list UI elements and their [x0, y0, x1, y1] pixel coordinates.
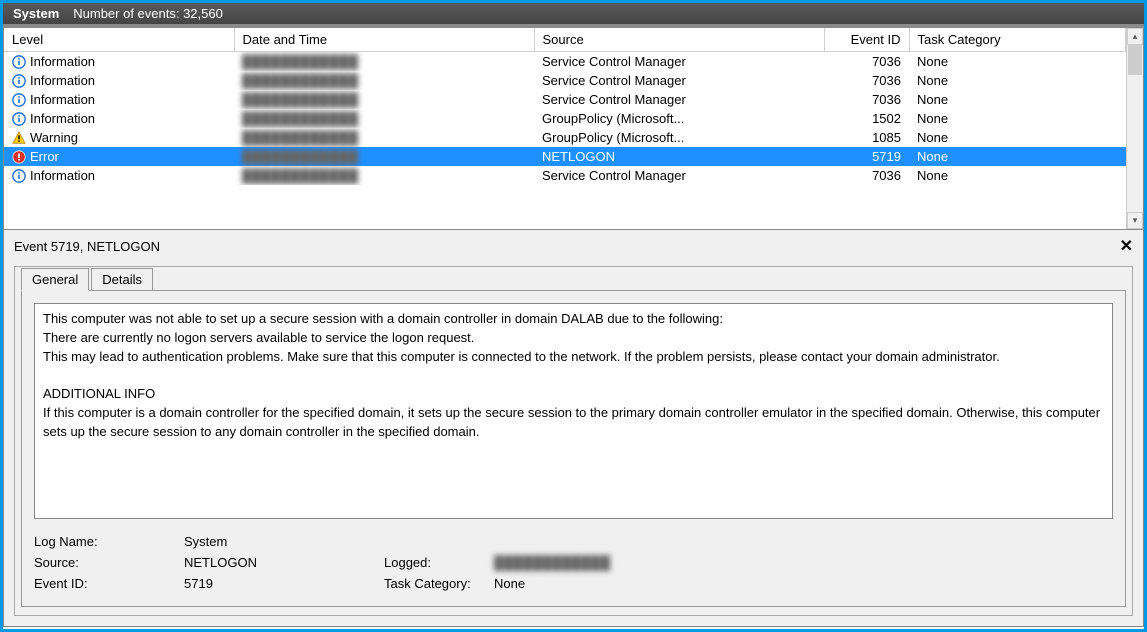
event-id-value: 7036: [824, 52, 909, 72]
datetime-value: ████████████: [242, 168, 359, 183]
source-value: Service Control Manager: [534, 52, 824, 72]
vertical-scrollbar[interactable]: ▴ ▾: [1126, 28, 1143, 229]
event-description[interactable]: This computer was not able to set up a s…: [34, 303, 1113, 519]
logged-value: ████████████: [494, 555, 611, 570]
event-id-value: 1085: [824, 128, 909, 147]
warning-icon: [12, 131, 26, 145]
col-datetime[interactable]: Date and Time: [234, 28, 534, 52]
event-id-value: 7036: [824, 90, 909, 109]
event-count: Number of events: 32,560: [73, 6, 223, 21]
detail-body: General Details This computer was not ab…: [14, 266, 1133, 616]
datetime-value: ████████████: [242, 92, 359, 107]
datetime-value: ████████████: [242, 111, 359, 126]
level-text: Information: [30, 111, 95, 126]
table-row[interactable]: Information ████████████ Service Control M…: [4, 166, 1126, 185]
datetime-value: ████████████: [242, 149, 359, 164]
source-value: Service Control Manager: [534, 90, 824, 109]
col-taskcat[interactable]: Task Category: [909, 28, 1126, 52]
datetime-value: ████████████: [242, 73, 359, 88]
error-icon: [12, 150, 26, 164]
event-grid[interactable]: Level Date and Time Source Event ID Task…: [4, 28, 1126, 229]
detail-title: Event 5719, NETLOGON: [14, 239, 160, 254]
scroll-down-button[interactable]: ▾: [1127, 212, 1143, 229]
info-icon: [12, 55, 26, 69]
task-category-value: None: [909, 147, 1126, 166]
tab-details[interactable]: Details: [91, 268, 153, 291]
task-category-value: None: [909, 71, 1126, 90]
close-icon[interactable]: ✕: [1120, 236, 1133, 256]
task-category-value: None: [909, 90, 1126, 109]
event-id-value: 7036: [824, 71, 909, 90]
log-name: System: [13, 6, 59, 21]
source-value: GroupPolicy (Microsoft...: [534, 109, 824, 128]
level-text: Information: [30, 73, 95, 88]
table-row[interactable]: Information ████████████ GroupPolicy (Micr…: [4, 109, 1126, 128]
scroll-thumb[interactable]: [1128, 45, 1142, 75]
event-id-value: 1502: [824, 109, 909, 128]
source-value: Service Control Manager: [534, 71, 824, 90]
event-id-label: Event ID:: [34, 576, 184, 591]
col-level[interactable]: Level: [4, 28, 234, 52]
event-id-value: 5719: [824, 147, 909, 166]
info-icon: [12, 169, 26, 183]
task-category-value: None: [494, 576, 525, 591]
source-value: NETLOGON: [184, 555, 384, 570]
info-icon: [12, 93, 26, 107]
info-icon: [12, 74, 26, 88]
table-row[interactable]: Information ████████████ Service Control M…: [4, 90, 1126, 109]
event-detail-panel: Event 5719, NETLOGON ✕ General Details T…: [3, 230, 1144, 627]
info-icon: [12, 112, 26, 126]
source-value: NETLOGON: [534, 147, 824, 166]
tab-general[interactable]: General: [21, 268, 89, 291]
task-category-value: None: [909, 128, 1126, 147]
source-value: GroupPolicy (Microsoft...: [534, 128, 824, 147]
event-grid-container: Level Date and Time Source Event ID Task…: [3, 27, 1144, 230]
task-category-value: None: [909, 166, 1126, 185]
log-name-label: Log Name:: [34, 534, 184, 549]
logged-label: Logged:: [384, 555, 494, 570]
event-id-value: 7036: [824, 166, 909, 185]
table-row[interactable]: Error ████████████ NETLOGON5719None: [4, 147, 1126, 166]
table-row[interactable]: Information ████████████ Service Control M…: [4, 52, 1126, 72]
level-text: Information: [30, 168, 95, 183]
event-id-value: 5719: [184, 576, 384, 591]
titlebar: System Number of events: 32,560: [3, 3, 1144, 27]
detail-header: Event 5719, NETLOGON ✕: [4, 230, 1143, 262]
task-category-label: Task Category:: [384, 576, 494, 591]
table-row[interactable]: Information ████████████ Service Control M…: [4, 71, 1126, 90]
level-text: Information: [30, 92, 95, 107]
scroll-up-button[interactable]: ▴: [1127, 28, 1143, 45]
log-name-value: System: [184, 534, 384, 549]
source-label: Source:: [34, 555, 184, 570]
datetime-value: ████████████: [242, 130, 359, 145]
event-metadata: Log Name: System Source: NETLOGON Logged…: [34, 531, 1113, 594]
column-header-row[interactable]: Level Date and Time Source Event ID Task…: [4, 28, 1126, 52]
datetime-value: ████████████: [242, 54, 359, 69]
task-category-value: None: [909, 52, 1126, 72]
level-text: Information: [30, 54, 95, 69]
col-eventid[interactable]: Event ID: [824, 28, 909, 52]
level-text: Error: [30, 149, 59, 164]
source-value: Service Control Manager: [534, 166, 824, 185]
table-row[interactable]: Warning ████████████ GroupPolicy (Microsof…: [4, 128, 1126, 147]
level-text: Warning: [30, 130, 78, 145]
tab-general-content: This computer was not able to set up a s…: [21, 290, 1126, 607]
task-category-value: None: [909, 109, 1126, 128]
col-source[interactable]: Source: [534, 28, 824, 52]
detail-tabs: General Details: [21, 268, 1132, 291]
